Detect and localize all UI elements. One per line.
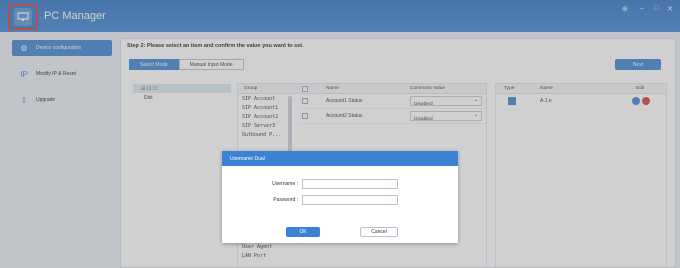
password-field[interactable] [302, 195, 398, 205]
login-dialog: Username Dual Username : Password : OK C… [222, 151, 458, 243]
username-label: Username : [272, 181, 298, 187]
dialog-title: Username Dual [222, 151, 458, 166]
ok-button[interactable]: OK [286, 227, 320, 237]
username-field[interactable] [302, 179, 398, 189]
cancel-button[interactable]: Cancel [360, 227, 398, 237]
password-label: Password : [273, 197, 298, 203]
